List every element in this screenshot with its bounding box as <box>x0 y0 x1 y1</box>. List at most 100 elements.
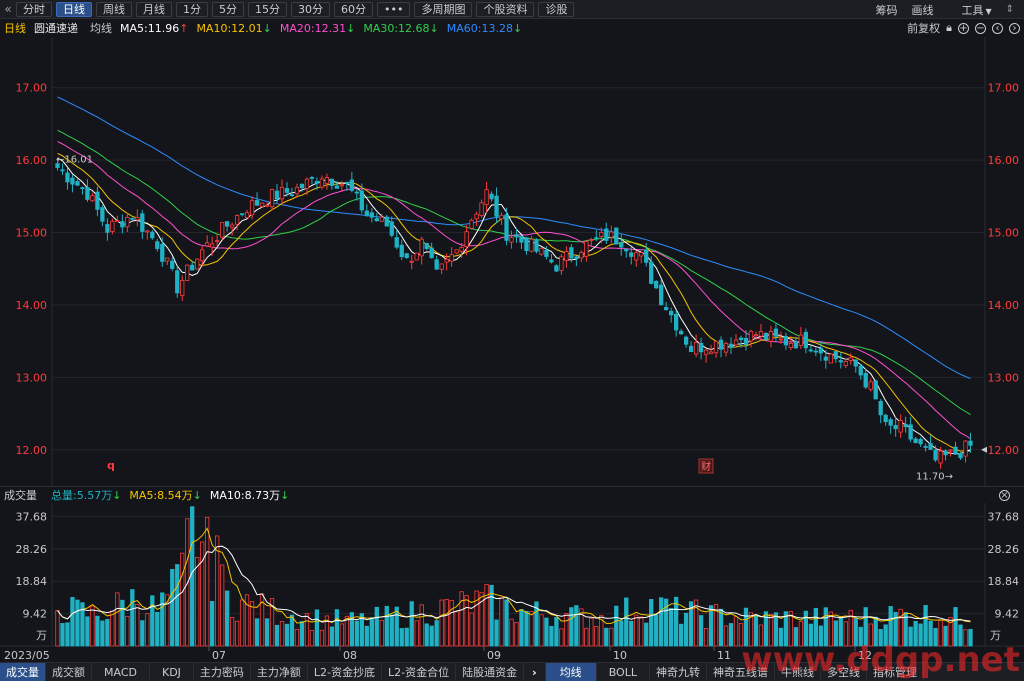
candle-down <box>619 242 624 248</box>
candle-down <box>698 343 704 353</box>
period-tab-15min[interactable]: 15分 <box>248 1 287 17</box>
candle-up <box>693 342 699 355</box>
volume-total-text: 总量:5.57万 <box>51 489 113 502</box>
expand-icon[interactable]: ⇕ <box>1006 4 1014 15</box>
candle-up <box>259 202 265 207</box>
tabs-next-icon[interactable]: › <box>524 662 546 681</box>
candle-down <box>918 438 923 445</box>
period-tab-30min[interactable]: 30分 <box>291 1 330 17</box>
volume-bar-down <box>504 599 509 647</box>
candle-up <box>529 238 534 252</box>
indicator-tab-amount[interactable]: 成交额 <box>46 662 92 681</box>
overlay-tab-ma[interactable]: 均线 <box>545 662 597 681</box>
volume-bar-down <box>334 609 340 647</box>
multi-period-button[interactable]: 多周期图 <box>414 1 473 17</box>
period-tab-fenshi[interactable]: 分时 <box>16 1 52 17</box>
candle-up <box>324 177 330 184</box>
indicator-tab-main-code[interactable]: 主力密码 <box>194 662 251 681</box>
candle-down <box>175 270 180 294</box>
indicator-tab-macd[interactable]: MACD <box>92 662 150 681</box>
period-tab-60min[interactable]: 60分 <box>334 1 373 17</box>
indicator-tab-l2-position[interactable]: L2-资金合位 <box>382 662 457 681</box>
candle-down <box>659 284 664 306</box>
volume-bar-up <box>180 552 185 647</box>
candle-down <box>105 224 110 233</box>
volume-bar-up <box>135 604 140 647</box>
candle-down <box>803 331 809 349</box>
overlay-tab-td9[interactable]: 神奇九转 <box>650 662 707 681</box>
candle-down <box>354 191 359 194</box>
close-volume-icon[interactable]: × <box>999 490 1010 501</box>
event-mark-q: q <box>107 459 115 472</box>
indicator-tab-northbound[interactable]: 陆股通资金 <box>456 662 525 681</box>
period-tab-1min[interactable]: 1分 <box>176 1 208 17</box>
chip-button[interactable]: 筹码 <box>875 2 897 18</box>
candle-down <box>494 195 499 217</box>
candle-down <box>289 194 295 197</box>
candle-up <box>279 186 285 200</box>
period-tab-5min[interactable]: 5分 <box>212 1 244 17</box>
period-tab-yuexian[interactable]: 月线 <box>136 1 172 17</box>
scroll-right-icon[interactable]: › <box>1009 22 1020 34</box>
volume-bar-down <box>683 612 689 647</box>
candle-down <box>574 256 579 259</box>
volume-ma5: MA5:8.54万↓ <box>129 487 201 503</box>
candle-up <box>828 353 833 364</box>
ma20-text: MA20:12.31 <box>279 21 347 35</box>
indicator-tab-kdj[interactable]: KDJ <box>150 662 194 681</box>
lock-icon[interactable]: 🔒︎ <box>946 21 952 35</box>
zoom-out-icon[interactable]: − <box>975 22 986 34</box>
period-tab-zhouxian[interactable]: 周线 <box>96 1 132 17</box>
adjust-mode-button[interactable]: 前复权 <box>907 20 940 36</box>
period-tab-rixian[interactable]: 日线 <box>56 1 92 17</box>
candle-down <box>100 207 105 222</box>
volume-bar-up <box>459 591 464 647</box>
zoom-in-icon[interactable]: + <box>958 22 969 34</box>
overlay-tab-boll[interactable]: BOLL <box>597 662 650 681</box>
volume-bar-down <box>619 620 624 647</box>
candlestick-chart[interactable]: 17.00 17.00 16.00 16.00 15.00 15.00 14.00 14.00… <box>0 37 1024 486</box>
draw-line-button[interactable]: 画线 <box>911 2 933 18</box>
candle-up <box>938 450 943 464</box>
candle-down <box>654 281 659 289</box>
indicator-tab-volume[interactable]: 成交量 <box>0 662 46 681</box>
candle-up <box>125 216 130 228</box>
volume-bar-down <box>130 589 135 647</box>
price-tick-label-right: 12.00 <box>988 444 1020 457</box>
volume-bar-down <box>60 623 65 647</box>
tools-button[interactable]: 工具 ▼ <box>947 2 991 18</box>
ma-label[interactable]: 均线 <box>90 20 112 36</box>
volume-bar-down <box>224 590 230 647</box>
candle-up <box>409 260 414 263</box>
candle-up <box>180 280 185 296</box>
volume-bar-down <box>100 620 105 647</box>
volume-chart[interactable]: 37.68 37.6828.26 28.2618.84 18.849.42 9.42万万… <box>0 503 1024 662</box>
candle-up <box>584 241 589 257</box>
candle-down <box>254 200 260 206</box>
candle-down <box>913 438 918 443</box>
volume-bar-down <box>329 626 335 647</box>
indicator-tab-main-net[interactable]: 主力净额 <box>251 662 308 681</box>
indicator-tab-l2-bottom[interactable]: L2-资金抄底 <box>308 662 383 681</box>
diagnose-button[interactable]: 诊股 <box>538 1 575 17</box>
volume-bar-up <box>469 612 474 647</box>
volume-bar-up <box>529 611 534 647</box>
candle-up <box>703 349 709 355</box>
stock-profile-button[interactable]: 个股资料 <box>476 1 535 17</box>
candle-up <box>848 357 853 361</box>
candle-up <box>444 258 449 263</box>
scroll-left-icon[interactable]: ‹ <box>992 22 1003 34</box>
candle-down <box>140 213 145 232</box>
volume-tick-left: 28.26 <box>16 543 48 556</box>
arrow-down-icon: ↓ <box>280 489 290 502</box>
event-mark-cai: 财 <box>701 460 711 473</box>
more-periods-button[interactable]: ••• <box>377 1 411 17</box>
candle-down <box>823 356 828 361</box>
volume-bar-down <box>424 623 429 647</box>
candle-down <box>773 328 779 337</box>
volume-bar-up <box>200 541 205 647</box>
volume-bar-up <box>294 629 300 647</box>
candle-down <box>369 212 374 218</box>
candle-up <box>219 222 225 238</box>
back-icon[interactable]: « <box>0 2 16 16</box>
